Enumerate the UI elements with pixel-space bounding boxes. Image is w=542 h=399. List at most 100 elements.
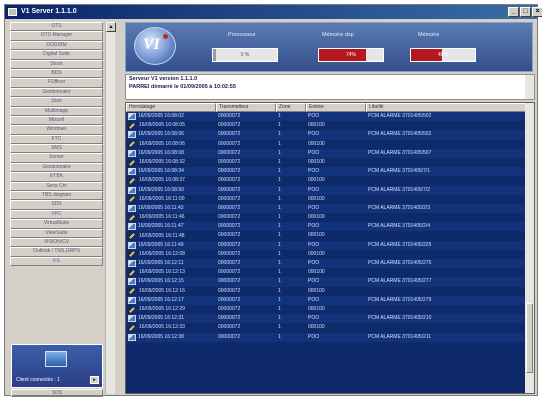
sidebar-item[interactable]: TBS diagram	[10, 191, 103, 201]
sidebar-item-bottom[interactable]: SDS	[11, 389, 103, 397]
table-row[interactable]: 16/09/2005 16:11:48 00000072 1 000100	[126, 231, 534, 240]
logo-text: VI	[143, 36, 160, 53]
table-row[interactable]: 16/09/2005 16:08:34 00000072 1 POO PCM ALARM…	[126, 167, 534, 177]
cell-timestamp: 16/09/2005 16:12:29	[126, 305, 216, 314]
cell-entry: 000100	[308, 214, 325, 221]
scroll-up-arrow-icon[interactable]: ▲	[106, 22, 116, 32]
alarm-event-icon	[128, 315, 136, 323]
cell-transmitter: 00000072	[218, 269, 241, 276]
table-row[interactable]: 16/09/2005 16:12:38 00000072 1 POO PCM ALARM…	[126, 332, 534, 342]
sidebar-item[interactable]: Windows	[10, 125, 103, 135]
column-header-zone[interactable]: Zone	[276, 103, 306, 112]
table-row[interactable]: 16/09/2005 16:12:16 00000072 1 000100	[126, 287, 534, 296]
gauge-title-dsp: Mémoire dsp	[322, 32, 354, 38]
table-row[interactable]: 16/09/2005 16:11:49 00000072 1 POO PCM ALARM…	[126, 240, 534, 250]
sidebar-item[interactable]: VPC	[10, 209, 103, 220]
scrollbar-thumb[interactable]	[526, 303, 533, 373]
cell-timestamp: 16/09/2005 16:12:15	[126, 277, 216, 286]
alarm-event-icon	[128, 149, 136, 157]
sidebar-item[interactable]: VISION/CV	[10, 237, 103, 248]
cell-zone: 1	[278, 186, 281, 193]
sidebar-item[interactable]: SMS	[10, 144, 103, 154]
sidebar-item[interactable]: VirtualSuite	[10, 219, 103, 229]
sidebar-item[interactable]: Gestionnaire	[10, 162, 103, 173]
alarm-event-icon	[128, 113, 136, 121]
cell-timestamp: 16/09/2005 16:12:11	[126, 259, 216, 268]
cell-entry: 000100	[308, 269, 325, 276]
logo-dot-icon	[163, 34, 168, 39]
timestamp-text: 16/09/2005 16:12:11	[138, 260, 184, 267]
sidebar-item[interactable]: ViewSuite	[10, 228, 103, 238]
table-row[interactable]: 16/09/2005 16:08:02 00000072 1 POO PCM ALARM…	[126, 112, 534, 122]
minimize-button[interactable]: _	[508, 7, 519, 17]
column-header-timestamp[interactable]: Horodatage	[126, 103, 216, 112]
sidebar-scrollbar[interactable]: ▲	[105, 22, 116, 394]
timestamp-text: 16/09/2005 16:12:17	[138, 296, 184, 303]
table-row[interactable]: 16/09/2005 16:12:15 00000072 1 POO PCM ALARM…	[126, 277, 534, 287]
table-row[interactable]: 16/09/2005 16:12:11 00000072 1 POO PCM ALARM…	[126, 259, 534, 269]
table-row[interactable]: 16/09/2005 16:11:47 00000072 1 POO PCM ALARM…	[126, 222, 534, 232]
table-row[interactable]: 16/09/2005 16:12:29 00000072 1 000100	[126, 305, 534, 314]
table-row[interactable]: 16/09/2005 16:12:33 00000072 1 000100	[126, 323, 534, 332]
table-row[interactable]: 16/09/2005 16:12:08 00000072 1 000100	[126, 250, 534, 259]
cell-transmitter: 00000072	[218, 296, 241, 303]
table-row[interactable]: 16/09/2005 16:08:05 00000072 1 000100	[126, 121, 534, 130]
cell-timestamp: 16/09/2005 16:08:06	[126, 140, 216, 149]
timestamp-text: 16/09/2005 16:12:13	[139, 269, 185, 276]
restore-event-icon	[129, 122, 135, 129]
table-row[interactable]: 16/09/2005 16:11:00 00000072 1 000100	[126, 195, 534, 204]
cell-transmitter: 00000072	[218, 214, 241, 221]
close-button[interactable]: ×	[532, 7, 542, 17]
sidebar-item[interactable]: Sens Ctrl	[10, 181, 103, 192]
sidebar-item[interactable]: OTS Manager	[10, 31, 103, 41]
sidebar-item[interactable]: Digital Suite	[10, 50, 103, 60]
table-row[interactable]: 16/09/2005 16:12:13 00000072 1 000100	[126, 268, 534, 277]
cell-label: PCM ALARME 3701405/502	[368, 131, 432, 138]
table-row[interactable]: 16/09/2005 16:12:31 00000072 1 POO PCM ALARM…	[126, 314, 534, 324]
table-row[interactable]: 16/09/2005 16:11:43 00000072 1 POO PCM ALARM…	[126, 203, 534, 214]
sidebar-item[interactable]: DODDIM	[10, 40, 103, 51]
timestamp-text: 16/09/2005 16:08:50	[138, 186, 184, 193]
table-scrollbar[interactable]	[525, 103, 534, 393]
sidebar-item[interactable]: Start	[10, 97, 103, 107]
sidebar-item[interactable]: SDS	[10, 200, 103, 210]
table-row[interactable]: 16/09/2005 16:11:46 00000072 1 000100	[126, 213, 534, 222]
table-row[interactable]: 16/09/2005 16:08:50 00000072 1 POO PCM ALARM…	[126, 185, 534, 195]
sidebar-item[interactable]: FTC	[10, 134, 103, 145]
table-row[interactable]: 16/09/2005 16:12:17 00000072 1 POO PCM ALARM…	[126, 295, 534, 305]
sidebar-item[interactable]: FOfficer	[10, 78, 103, 88]
cell-label	[366, 195, 526, 204]
maximize-button[interactable]: □	[520, 7, 531, 17]
gauge-dsp: 74%	[318, 48, 384, 62]
clients-label: Client connectés : 1	[16, 377, 60, 383]
table-row[interactable]: 16/09/2005 16:08:06 00000072 1 POO PCM ALARM…	[126, 130, 534, 140]
sidebar-item[interactable]: FS	[10, 256, 103, 267]
alarm-event-icon	[128, 186, 136, 194]
table-row[interactable]: 16/09/2005 16:08:08 00000072 1 POO PCM ALARM…	[126, 148, 534, 158]
cell-transmitter: 00000072	[218, 204, 241, 211]
restore-event-icon	[129, 233, 135, 239]
clients-panel-button[interactable]: ▸	[90, 376, 99, 384]
sidebar-item[interactable]: Outlook / TNS,GRPS	[10, 247, 103, 257]
sidebar-item[interactable]: Multimapp	[10, 106, 103, 116]
sidebar-item[interactable]: Miscell	[10, 115, 103, 126]
sidebar-item[interactable]: ETBK	[10, 172, 103, 182]
column-header-transmitter[interactable]: Transmetteur	[216, 103, 276, 112]
sidebar-item[interactable]: Gestionnaire	[10, 87, 103, 98]
table-row[interactable]: 16/09/2005 16:08:06 00000072 1 000100	[126, 140, 534, 149]
column-header-entry[interactable]: Entrée	[306, 103, 366, 112]
sidebar-item[interactable]: Stock	[10, 59, 103, 69]
table-row[interactable]: 16/09/2005 16:08:32 00000072 1 000100	[126, 158, 534, 167]
cell-timestamp: 16/09/2005 16:08:32	[126, 158, 216, 167]
info-scrollbar[interactable]	[525, 75, 534, 99]
timestamp-text: 16/09/2005 16:08:34	[138, 168, 184, 175]
cell-label	[366, 287, 526, 296]
sidebar-item[interactable]: OTS	[10, 22, 103, 32]
timestamp-text: 16/09/2005 16:11:00	[139, 195, 185, 202]
sidebar-item[interactable]: Server	[10, 153, 103, 163]
cell-timestamp: 16/09/2005 16:12:33	[126, 323, 216, 332]
sidebar-item[interactable]: BDS	[10, 68, 103, 79]
cell-label	[366, 231, 526, 240]
table-row[interactable]: 16/09/2005 16:08:37 00000072 1 000100	[126, 176, 534, 185]
column-header-label[interactable]: Libellé	[366, 103, 526, 112]
